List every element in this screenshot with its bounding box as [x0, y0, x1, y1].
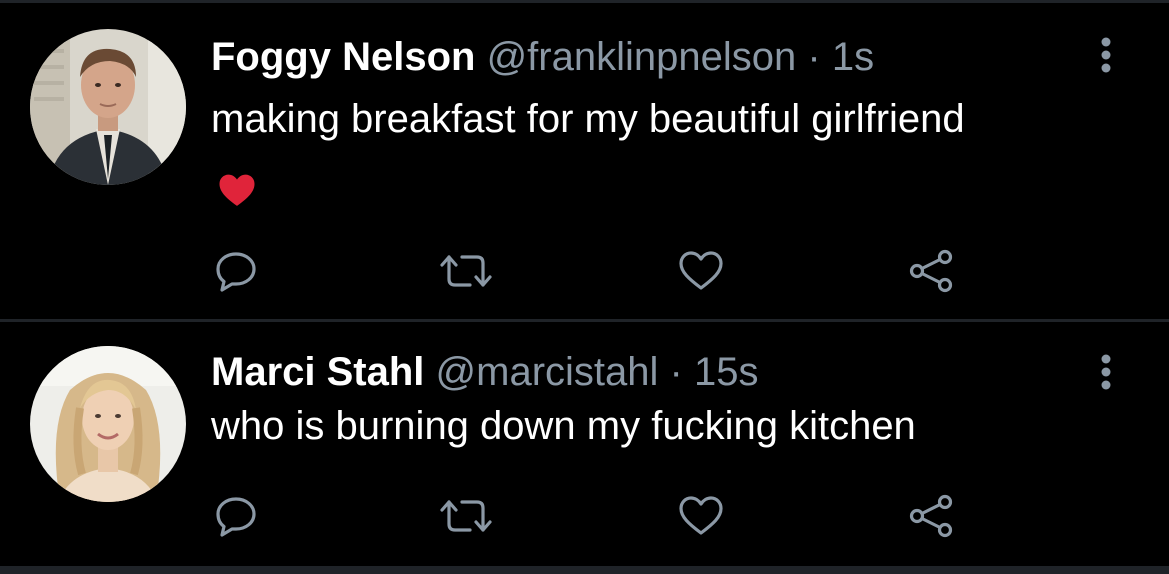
vertical-ellipsis-icon: [1099, 352, 1113, 397]
reply-button[interactable]: [211, 250, 261, 296]
like-icon: [678, 250, 724, 297]
separator-dot: ·: [807, 35, 821, 79]
share-button[interactable]: [906, 249, 956, 298]
tweet[interactable]: Foggy Nelson @franklinpnelson · 1s makin…: [0, 3, 1169, 319]
display-name[interactable]: Marci Stahl: [211, 350, 424, 394]
timestamp[interactable]: 1s: [832, 35, 874, 79]
user-handle[interactable]: @marcistahl: [436, 350, 659, 394]
tweet-header: Marci Stahl @marcistahl · 15s: [211, 348, 758, 396]
tweet-text: making breakfast for my beautiful girlfr…: [211, 97, 965, 141]
tweet-text-container: making breakfast for my beautiful girlfr…: [211, 83, 971, 233]
like-button[interactable]: [676, 250, 726, 296]
tweet-header: Foggy Nelson @franklinpnelson · 1s: [211, 33, 874, 81]
like-button[interactable]: [676, 495, 726, 541]
reply-icon: [213, 495, 259, 542]
share-button[interactable]: [906, 494, 956, 543]
reply-button[interactable]: [211, 495, 261, 541]
user-handle[interactable]: @franklinpnelson: [487, 35, 797, 79]
reply-icon: [213, 250, 259, 297]
vertical-ellipsis-icon: [1099, 35, 1113, 80]
retweet-button[interactable]: [440, 250, 492, 296]
timestamp[interactable]: 15s: [694, 350, 759, 394]
share-icon: [907, 494, 955, 543]
tweet-divider: [0, 566, 1169, 574]
tweet-text-container: who is burning down my fucking kitchen: [211, 402, 1111, 450]
retweet-icon: [440, 251, 492, 296]
retweet-button[interactable]: [440, 495, 492, 541]
tweet[interactable]: Marci Stahl @marcistahl · 15s who is bur…: [0, 322, 1169, 566]
share-icon: [907, 249, 955, 298]
avatar[interactable]: [30, 346, 186, 502]
separator-dot: ·: [669, 350, 683, 394]
like-icon: [678, 495, 724, 542]
tweet-text: who is burning down my fucking kitchen: [211, 404, 916, 448]
more-options-button[interactable]: [1088, 33, 1124, 81]
red-heart-emoji: [217, 161, 257, 233]
avatar[interactable]: [30, 29, 186, 185]
more-options-button[interactable]: [1088, 350, 1124, 398]
display-name[interactable]: Foggy Nelson: [211, 35, 475, 79]
retweet-icon: [440, 496, 492, 541]
